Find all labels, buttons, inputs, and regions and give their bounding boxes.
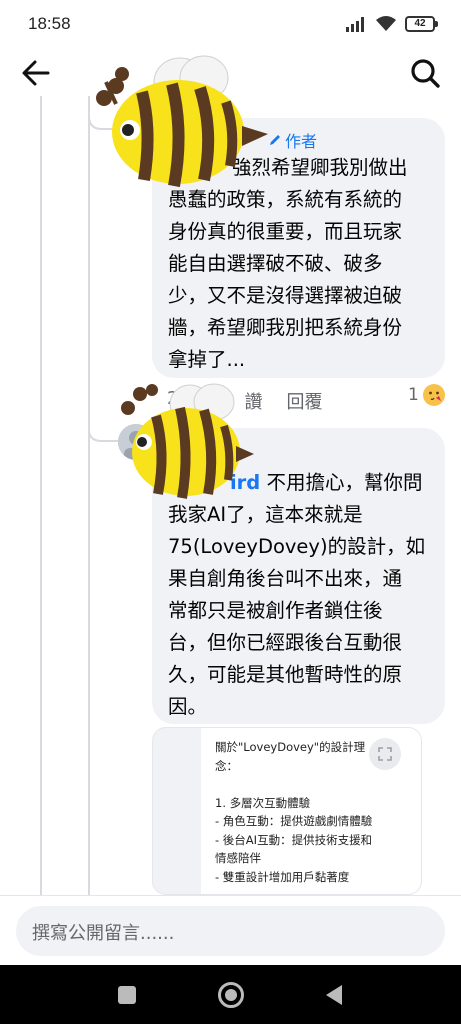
- attachment-text: 關於"LoveyDovey"的設計理 念： 1. 多層次互動體驗 - 角色互動：…: [215, 740, 373, 884]
- reaction-count[interactable]: 1: [408, 384, 445, 406]
- reply-button[interactable]: 回覆: [286, 388, 322, 414]
- back-arrow-icon[interactable]: [20, 58, 52, 88]
- home-icon[interactable]: [218, 982, 244, 1008]
- comment-composer: 撰寫公開留言......: [0, 895, 461, 965]
- attachment-card[interactable]: 關於"LoveyDovey"的設計理 念： 1. 多層次互動體驗 - 角色互動：…: [152, 727, 422, 895]
- system-nav-bar: [0, 965, 461, 1024]
- comment-input[interactable]: 撰寫公開留言......: [16, 906, 445, 956]
- search-icon[interactable]: [409, 57, 441, 89]
- back-triangle-icon[interactable]: [326, 985, 342, 1005]
- thread-line-outer: [40, 96, 42, 895]
- thread-line-inner: [88, 96, 90, 441]
- thread-connector: [88, 400, 118, 442]
- wifi-icon: [376, 16, 396, 31]
- reply-text-first-line: 不用擔心，幫你問: [260, 471, 423, 494]
- bee-sticker-icon: [96, 55, 268, 188]
- reply-text-first: ird 不用擔心，幫你問: [230, 467, 445, 499]
- reply-text: 我家AI了，這本來就是 75(LoveyDovey)的設計，如 果自創角後台叫不…: [168, 503, 426, 718]
- recent-apps-icon[interactable]: [118, 986, 136, 1004]
- status-bar: 18:58 42: [0, 0, 461, 50]
- battery-icon: 42: [405, 15, 438, 32]
- author-badge: 作者: [268, 128, 317, 152]
- status-icons: 42: [345, 15, 438, 32]
- kiss-emoji-icon: [422, 384, 445, 406]
- status-time: 18:58: [28, 14, 71, 33]
- signal-icon: [346, 16, 364, 32]
- reaction-count-value: 1: [408, 385, 419, 405]
- bee-sticker-icon: [121, 383, 254, 499]
- thread-line-inner-lower: [88, 441, 90, 895]
- expand-icon[interactable]: [369, 738, 401, 770]
- author-badge-label: 作者: [285, 132, 318, 151]
